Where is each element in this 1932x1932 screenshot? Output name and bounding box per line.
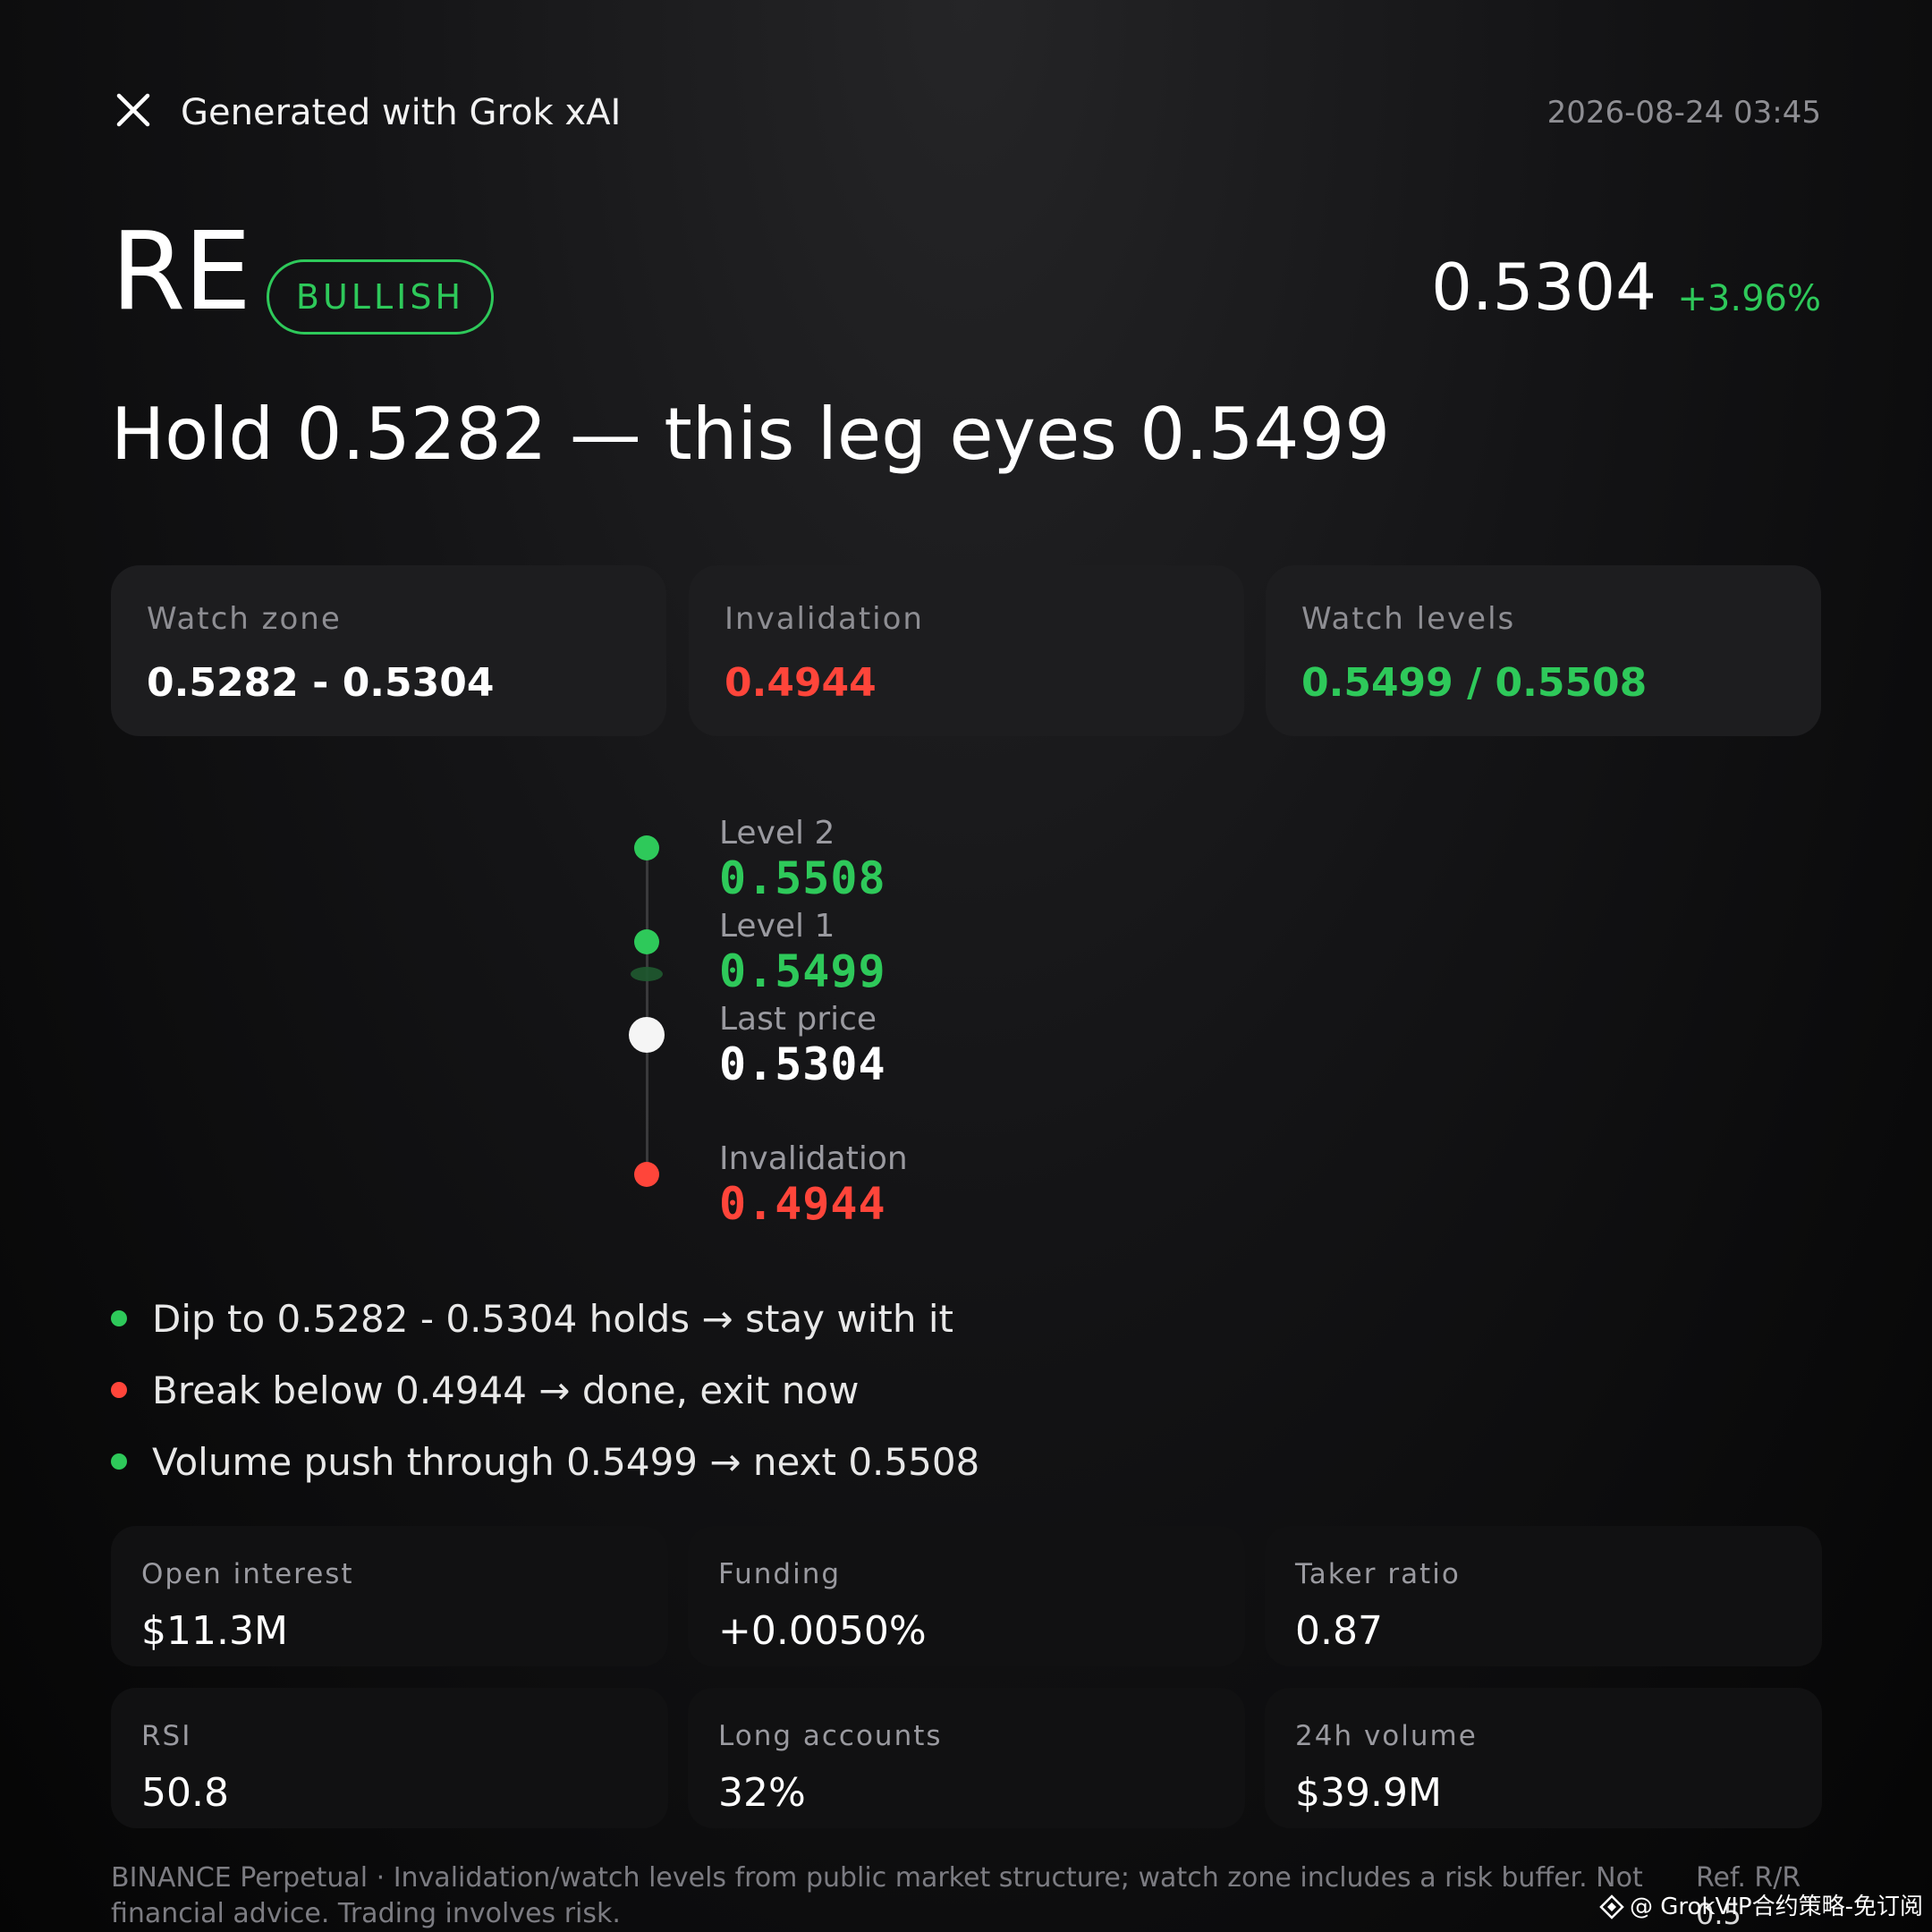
stat-value: +0.0050% xyxy=(718,1608,927,1654)
green-bullet-icon xyxy=(111,1453,127,1470)
card-value: 0.4944 xyxy=(724,660,877,706)
level-2-marker xyxy=(634,835,659,860)
level-value: 0.5304 xyxy=(719,1038,886,1090)
ladder-invalidation: Invalidation 0.4944 xyxy=(719,1140,908,1229)
last-price: 0.5304 xyxy=(1431,250,1657,325)
bullet-item: Break below 0.4944 → done, exit now xyxy=(111,1361,859,1419)
green-bullet-icon xyxy=(111,1310,127,1326)
watch-levels-card: Watch levels 0.5499 / 0.5508 xyxy=(1266,565,1821,736)
close-icon xyxy=(116,93,150,127)
diamond-logo-icon xyxy=(1599,1894,1624,1919)
stat-24h-volume: 24h volume $39.9M xyxy=(1265,1688,1822,1828)
sentiment-badge: BULLISH xyxy=(267,259,494,335)
stat-label: RSI xyxy=(141,1720,192,1752)
bullet-item: Dip to 0.5282 - 0.5304 holds → stay with… xyxy=(111,1290,953,1347)
timestamp: 2026-08-24 03:45 xyxy=(1546,95,1821,131)
stat-label: 24h volume xyxy=(1295,1720,1478,1752)
level-1-marker xyxy=(634,929,659,954)
card-label: Invalidation xyxy=(724,601,924,637)
stat-rsi: RSI 50.8 xyxy=(111,1688,668,1828)
red-bullet-icon xyxy=(111,1382,127,1398)
headline: Hold 0.5282 — this leg eyes 0.5499 xyxy=(111,393,1391,476)
card-value: 0.5499 / 0.5508 xyxy=(1301,660,1648,706)
bullet-item: Volume push through 0.5499 → next 0.5508 xyxy=(111,1433,979,1490)
level-value: 0.5499 xyxy=(719,945,886,997)
stat-label: Taker ratio xyxy=(1295,1558,1461,1590)
stat-taker-ratio: Taker ratio 0.87 xyxy=(1265,1526,1822,1666)
level-label: Invalidation xyxy=(719,1140,908,1177)
stat-label: Funding xyxy=(718,1558,842,1590)
ladder-last-price: Last price 0.5304 xyxy=(719,1000,886,1089)
stat-funding: Funding +0.0050% xyxy=(688,1526,1245,1666)
stat-value: 0.87 xyxy=(1295,1608,1383,1654)
watch-zone-marker xyxy=(631,967,663,981)
stat-long-accounts: Long accounts 32% xyxy=(688,1688,1245,1828)
level-label: Level 1 xyxy=(719,908,835,945)
watermark: @ GrokVIP合约策略-免订阅 xyxy=(1599,1891,1923,1923)
stat-value: 50.8 xyxy=(141,1770,229,1816)
invalidation-marker xyxy=(634,1162,659,1187)
card-label: Watch zone xyxy=(147,601,342,637)
price-change: +3.96% xyxy=(1677,278,1821,319)
level-label: Last price xyxy=(719,1001,877,1038)
stat-label: Open interest xyxy=(141,1558,354,1590)
card-value: 0.5282 - 0.5304 xyxy=(147,660,495,706)
card-label: Watch levels xyxy=(1301,601,1516,637)
level-value: 0.5508 xyxy=(719,852,886,904)
stat-value: $39.9M xyxy=(1295,1770,1442,1816)
stat-open-interest: Open interest $11.3M xyxy=(111,1526,668,1666)
level-label: Level 2 xyxy=(719,815,835,852)
ticker-symbol: RE xyxy=(111,210,251,335)
header-title: Generated with Grok xAI xyxy=(181,92,622,133)
last-price-marker xyxy=(629,1017,665,1053)
stat-value: $11.3M xyxy=(141,1608,288,1654)
ladder-level-2: Level 2 0.5508 xyxy=(719,814,886,903)
footer-disclaimer: BINANCE Perpetual · Invalidation/watch l… xyxy=(111,1862,1643,1929)
watermark-text: @ GrokVIP合约策略-免订阅 xyxy=(1629,1894,1923,1920)
close-button[interactable] xyxy=(113,89,154,131)
stat-value: 32% xyxy=(718,1770,806,1816)
ladder-level-1: Level 1 0.5499 xyxy=(719,907,886,996)
level-value: 0.4944 xyxy=(719,1178,886,1230)
ladder-line xyxy=(646,848,648,1175)
bullet-text: Break below 0.4944 → done, exit now xyxy=(152,1368,860,1412)
watch-zone-card: Watch zone 0.5282 - 0.5304 xyxy=(111,565,666,736)
bullet-text: Volume push through 0.5499 → next 0.5508 xyxy=(152,1439,980,1484)
invalidation-card: Invalidation 0.4944 xyxy=(689,565,1244,736)
stat-label: Long accounts xyxy=(718,1720,943,1752)
bullet-text: Dip to 0.5282 - 0.5304 holds → stay with… xyxy=(152,1296,953,1341)
